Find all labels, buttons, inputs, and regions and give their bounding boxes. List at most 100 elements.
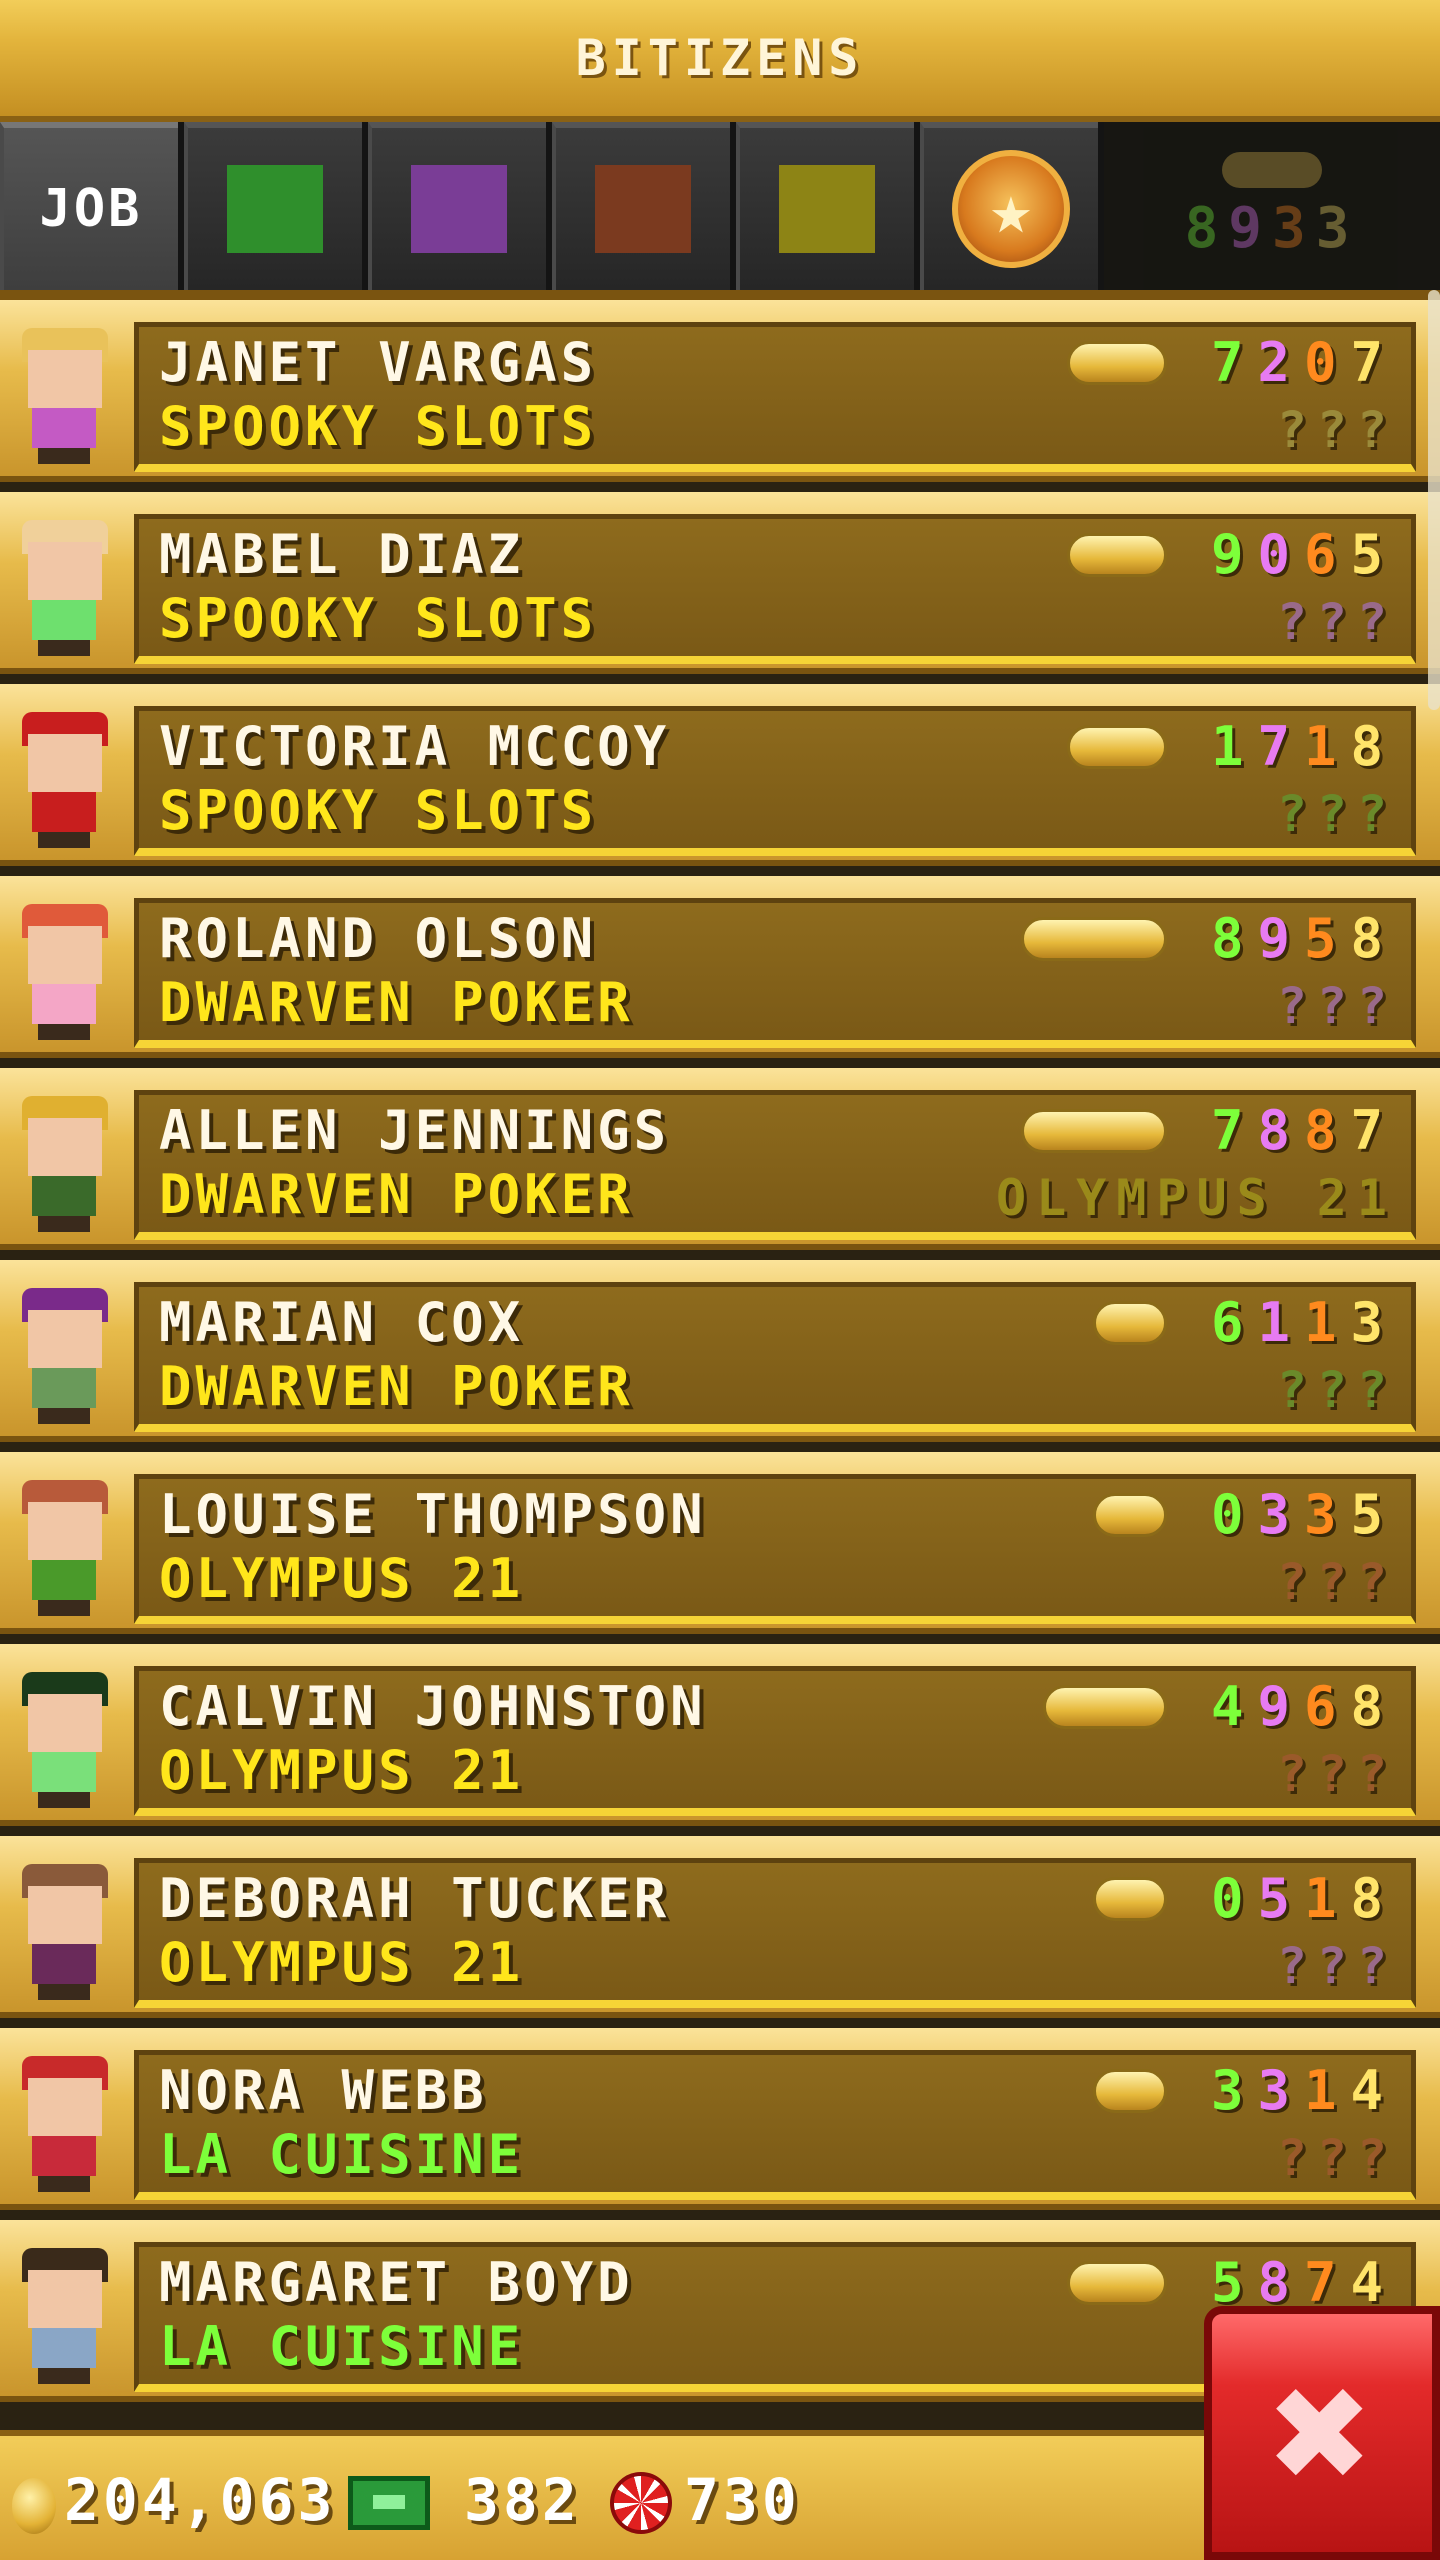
bitizen-job: DWARVEN POKER (159, 1355, 634, 1418)
bitizen-avatar (14, 712, 114, 852)
dream-job: ??? (1276, 1553, 1397, 1611)
avatar-body (32, 1176, 96, 1216)
star-badge-icon: ★ (952, 150, 1070, 268)
dream-job: ??? (1276, 1937, 1397, 1995)
stat-digit: 8 (1350, 1867, 1397, 1930)
bitizen-list[interactable]: JANET VARGAS SPOOKY SLOTS 7207??? MABEL DIA… (0, 300, 1440, 2430)
coin-stack-icon (1067, 2261, 1167, 2305)
bitizen-stats: 5874 (1211, 2251, 1397, 2314)
tab-job-label: JOB (39, 179, 143, 239)
bitizen-job: OLYMPUS 21 (159, 1739, 525, 1802)
bitizen-row[interactable]: VICTORIA MCCOY SPOOKY SLOTS 1718??? (0, 684, 1440, 866)
close-button[interactable]: ✖ (1204, 2306, 1440, 2560)
avatar-body (32, 984, 96, 1024)
bitizen-panel: ROLAND OLSON DWARVEN POKER 8958??? (134, 898, 1416, 1048)
avatar-body (32, 792, 96, 832)
bitizen-job: DWARVEN POKER (159, 971, 634, 1034)
avatar-face (28, 1118, 102, 1176)
bitizen-row[interactable]: JANET VARGAS SPOOKY SLOTS 7207??? (0, 300, 1440, 482)
bitizen-row[interactable]: ALLEN JENNINGS DWARVEN POKER 7887 OLYMPUS 2… (0, 1068, 1440, 1250)
stat-digit: 2 (1257, 331, 1304, 394)
stat-digit: 1 (1303, 715, 1351, 778)
coin-stack-icon (1093, 1877, 1167, 1921)
stat-digit: 3 (1257, 1483, 1304, 1546)
bitizen-job: SPOOKY SLOTS (159, 395, 598, 458)
stat-digit: 8 (1350, 907, 1397, 970)
bitizen-stats: 1718 (1211, 715, 1397, 778)
avatar-legs (38, 832, 90, 848)
bitizen-avatar (14, 2056, 114, 2196)
poker-chip-icon (610, 2472, 672, 2534)
coin-stack-icon (1067, 533, 1167, 577)
dream-job: ??? (1276, 2129, 1397, 2187)
bitizen-avatar (14, 1288, 114, 1428)
coin-stack-icon (1067, 341, 1167, 385)
stat-digit: 1 (1303, 1291, 1351, 1354)
bitizen-row[interactable]: MABEL DIAZ SPOOKY SLOTS 9065??? (0, 492, 1440, 674)
dream-job: ??? (1276, 1745, 1397, 1803)
avatar-face (28, 2270, 102, 2328)
tab-dream-job[interactable]: ★ (920, 122, 1098, 290)
avatar-legs (38, 1984, 90, 2000)
bitizen-avatar (14, 1096, 114, 1236)
stat-digit: 3 (1303, 1483, 1351, 1546)
purple-swatch-icon (411, 165, 507, 253)
avatar-face (28, 926, 102, 984)
orange-swatch-icon (595, 165, 691, 253)
bitizen-row[interactable]: MARIAN COX DWARVEN POKER 6113??? (0, 1260, 1440, 1442)
stat-digit: 5 (1350, 1483, 1397, 1546)
bitizen-panel: ALLEN JENNINGS DWARVEN POKER 7887 OLYMPUS 2… (134, 1090, 1416, 1240)
page-title: BITIZENS (575, 29, 865, 87)
avatar-legs (38, 1792, 90, 1808)
sort-digit: 9 (1228, 195, 1272, 261)
stat-digit: 7 (1350, 1099, 1397, 1162)
tab-purple-filter[interactable] (368, 122, 546, 290)
tab-stats-sort[interactable]: 8933 (1104, 122, 1440, 290)
avatar-legs (38, 2368, 90, 2384)
stat-digit: 1 (1303, 1867, 1351, 1930)
scrollbar[interactable] (1428, 290, 1440, 710)
coin-stack-icon (1093, 1493, 1167, 1537)
bitizen-stats: 7887 (1211, 1099, 1397, 1162)
bitizen-row[interactable]: ROLAND OLSON DWARVEN POKER 8958??? (0, 876, 1440, 1058)
bitizen-panel: VICTORIA MCCOY SPOOKY SLOTS 1718??? (134, 706, 1416, 856)
stat-digit: 3 (1210, 2059, 1258, 2122)
bitizen-avatar (14, 1672, 114, 1812)
stat-digit: 8 (1257, 2251, 1304, 2314)
dream-job: ??? (1276, 401, 1397, 459)
stat-digit: 9 (1257, 907, 1304, 970)
stat-digit: 6 (1210, 1291, 1258, 1354)
stat-digit: 8 (1350, 1675, 1397, 1738)
bitizen-name: CALVIN JOHNSTON (159, 1675, 707, 1738)
avatar-body (32, 2136, 96, 2176)
stat-digit: 7 (1210, 331, 1258, 394)
bitizen-panel: LOUISE THOMPSON OLYMPUS 21 0335??? (134, 1474, 1416, 1624)
avatar-face (28, 1310, 102, 1368)
bitizen-name: VICTORIA MCCOY (159, 715, 671, 778)
tab-yellow-filter[interactable] (736, 122, 914, 290)
coin-stack-icon (1021, 917, 1167, 961)
tab-green-filter[interactable] (184, 122, 362, 290)
bitizen-panel: JANET VARGAS SPOOKY SLOTS 7207??? (134, 322, 1416, 472)
bitizen-row[interactable]: CALVIN JOHNSTON OLYMPUS 21 4968??? (0, 1644, 1440, 1826)
coin-stack-icon (1093, 2069, 1167, 2113)
bitizen-name: MARIAN COX (159, 1291, 525, 1354)
bitizen-name: ROLAND OLSON (159, 907, 598, 970)
stat-digit: 8 (1257, 1099, 1304, 1162)
bitizen-row[interactable]: LOUISE THOMPSON OLYMPUS 21 0335??? (0, 1452, 1440, 1634)
stat-digit: 3 (1350, 1291, 1397, 1354)
bitizen-job: OLYMPUS 21 (159, 1931, 525, 1994)
avatar-body (32, 408, 96, 448)
bitizen-stats: 0518 (1211, 1867, 1397, 1930)
bitizen-panel: NORA WEBB LA CUISINE 3314??? (134, 2050, 1416, 2200)
bitizen-job: LA CUISINE (159, 2315, 525, 2378)
avatar-face (28, 734, 102, 792)
tab-orange-filter[interactable] (552, 122, 730, 290)
bitizen-row[interactable]: DEBORAH TUCKER OLYMPUS 21 0518??? (0, 1836, 1440, 2018)
bitizen-row[interactable]: NORA WEBB LA CUISINE 3314??? (0, 2028, 1440, 2210)
bux-count: 382 (464, 2466, 581, 2534)
bitizen-name: ALLEN JENNINGS (159, 1099, 671, 1162)
avatar-body (32, 1944, 96, 1984)
tab-job[interactable]: JOB (0, 122, 178, 290)
avatar-legs (38, 448, 90, 464)
